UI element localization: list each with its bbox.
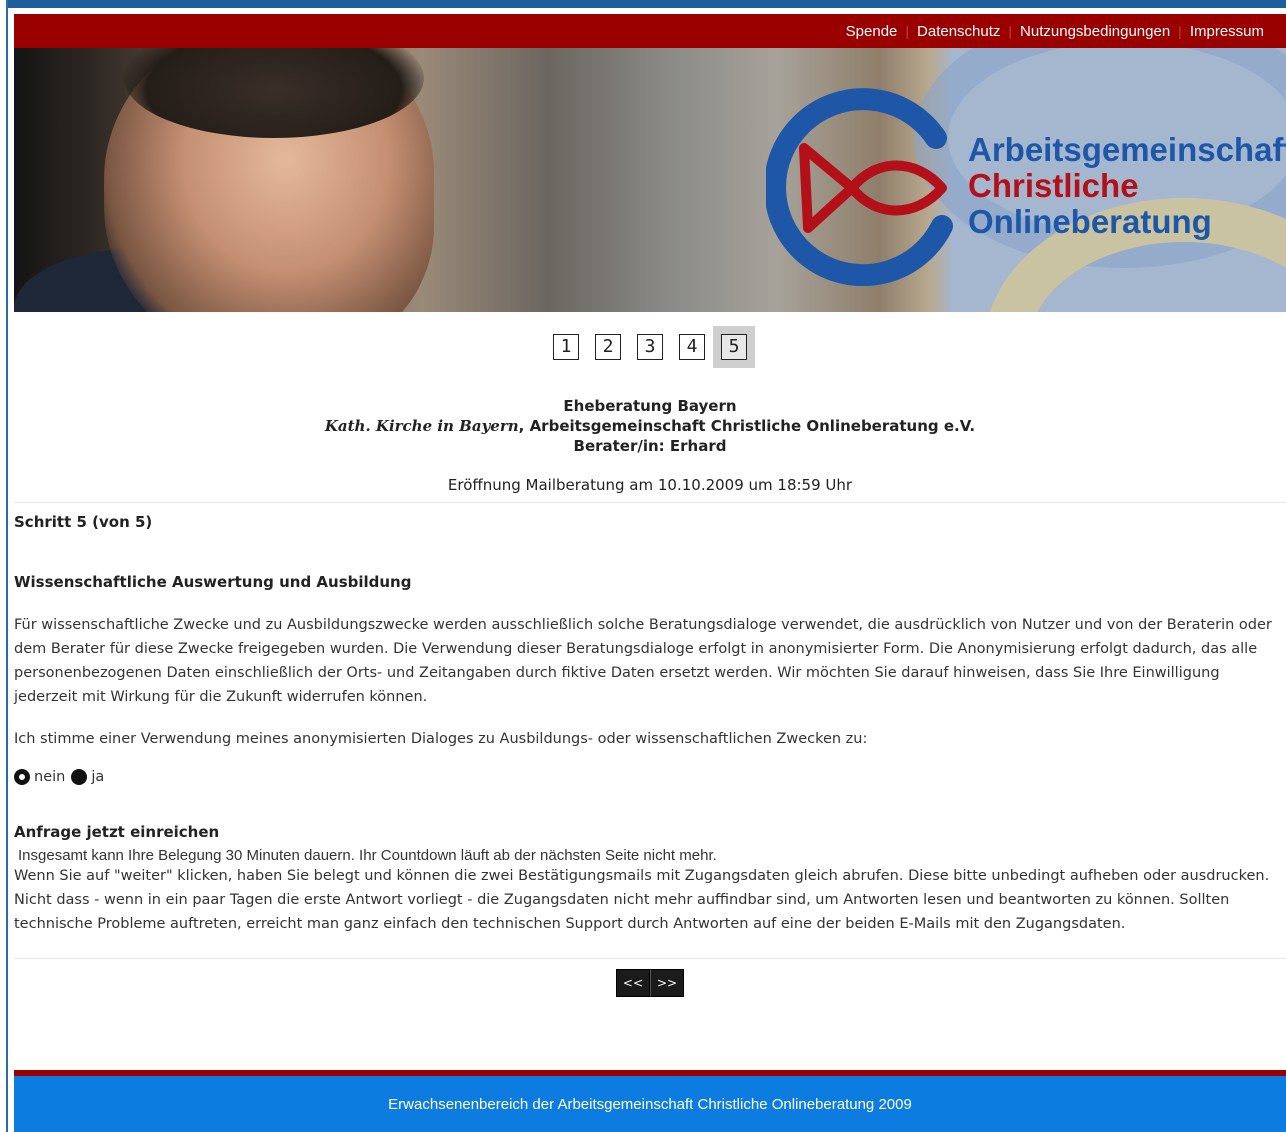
footer-text: Erwachsenenbereich der Arbeitsgemeinscha… (388, 1096, 912, 1113)
section-heading: Wissenschaftliche Auswertung und Ausbild… (14, 573, 412, 591)
submit-heading: Anfrage jetzt einreichen (14, 823, 220, 841)
page: Spende | Datenschutz | Nutzungsbedingung… (14, 14, 1286, 997)
divider (14, 958, 1286, 959)
radio-nein[interactable] (14, 769, 30, 785)
window-left-border (0, 0, 8, 1132)
logo-line-1: Arbeitsgemeinschaft (968, 131, 1286, 168)
back-button[interactable]: << (615, 969, 650, 997)
consultation-organization: Kath. Kirche in Bayern, Arbeitsgemeinsch… (14, 416, 1286, 436)
window-top-border (0, 0, 1286, 8)
opening-date: Eröffnung Mailberatung am 10.10.2009 um … (447, 476, 853, 494)
consent-radio-group: nein ja (14, 769, 1286, 785)
pagination-buttons: << >> (14, 969, 1286, 997)
step-3-label: 3 (637, 334, 663, 360)
consultation-info: Eheberatung Bayern Kath. Kirche in Bayer… (14, 396, 1286, 456)
top-navigation: Spende | Datenschutz | Nutzungsbedingung… (14, 14, 1286, 48)
radio-ja[interactable] (71, 769, 88, 785)
logo-wordmark: Arbeitsgemeinschaft Christliche Onlinebe… (968, 132, 1286, 240)
main-content: Schritt 5 (von 5) Wissenschaftliche Ausw… (14, 513, 1286, 997)
organization-church: Kath. Kirche in Bayern (324, 417, 519, 435)
counselor-name: Berater/in: Erhard (573, 437, 727, 455)
research-paragraph: Für wissenschaftliche Zwecke und zu Ausb… (14, 617, 1272, 705)
step-1[interactable]: 1 (545, 326, 587, 368)
nav-link-impressum[interactable]: Impressum (1182, 23, 1272, 40)
consent-question: Ich stimme einer Verwendung meines anony… (14, 731, 868, 747)
logo-line-3: Onlineberatung (968, 203, 1212, 240)
step-5-label: 5 (721, 334, 747, 360)
countdown-notice: Insgesamt kann Ihre Belegung 30 Minuten … (18, 847, 717, 864)
step-heading: Schritt 5 (von 5) (14, 513, 153, 531)
nav-link-spende[interactable]: Spende (838, 23, 906, 40)
divider (14, 502, 1286, 503)
step-indicator: 1 2 3 4 5 (14, 326, 1286, 368)
step-3[interactable]: 3 (629, 326, 671, 368)
step-2[interactable]: 2 (587, 326, 629, 368)
footer: Erwachsenenbereich der Arbeitsgemeinscha… (14, 1070, 1286, 1132)
nav-link-datenschutz[interactable]: Datenschutz (909, 23, 1008, 40)
nav-link-nutzungsbedingungen[interactable]: Nutzungsbedingungen (1012, 23, 1178, 40)
step-4[interactable]: 4 (671, 326, 713, 368)
logo-line-2: Christliche (968, 167, 1139, 204)
step-2-label: 2 (595, 334, 621, 360)
radio-nein-label: nein (34, 769, 66, 785)
header-banner: Arbeitsgemeinschaft Christliche Onlinebe… (14, 48, 1286, 312)
step-1-label: 1 (553, 334, 579, 360)
step-4-label: 4 (679, 334, 705, 360)
consultation-title: Eheberatung Bayern (563, 397, 737, 415)
organization-rest: , Arbeitsgemeinschaft Christliche Online… (518, 417, 976, 435)
radio-ja-label: ja (91, 769, 105, 785)
submit-paragraph: Wenn Sie auf "weiter" klicken, haben Sie… (14, 868, 1270, 932)
fish-logo-icon (766, 88, 953, 286)
next-button[interactable]: >> (650, 969, 685, 997)
step-5-active[interactable]: 5 (713, 326, 755, 368)
